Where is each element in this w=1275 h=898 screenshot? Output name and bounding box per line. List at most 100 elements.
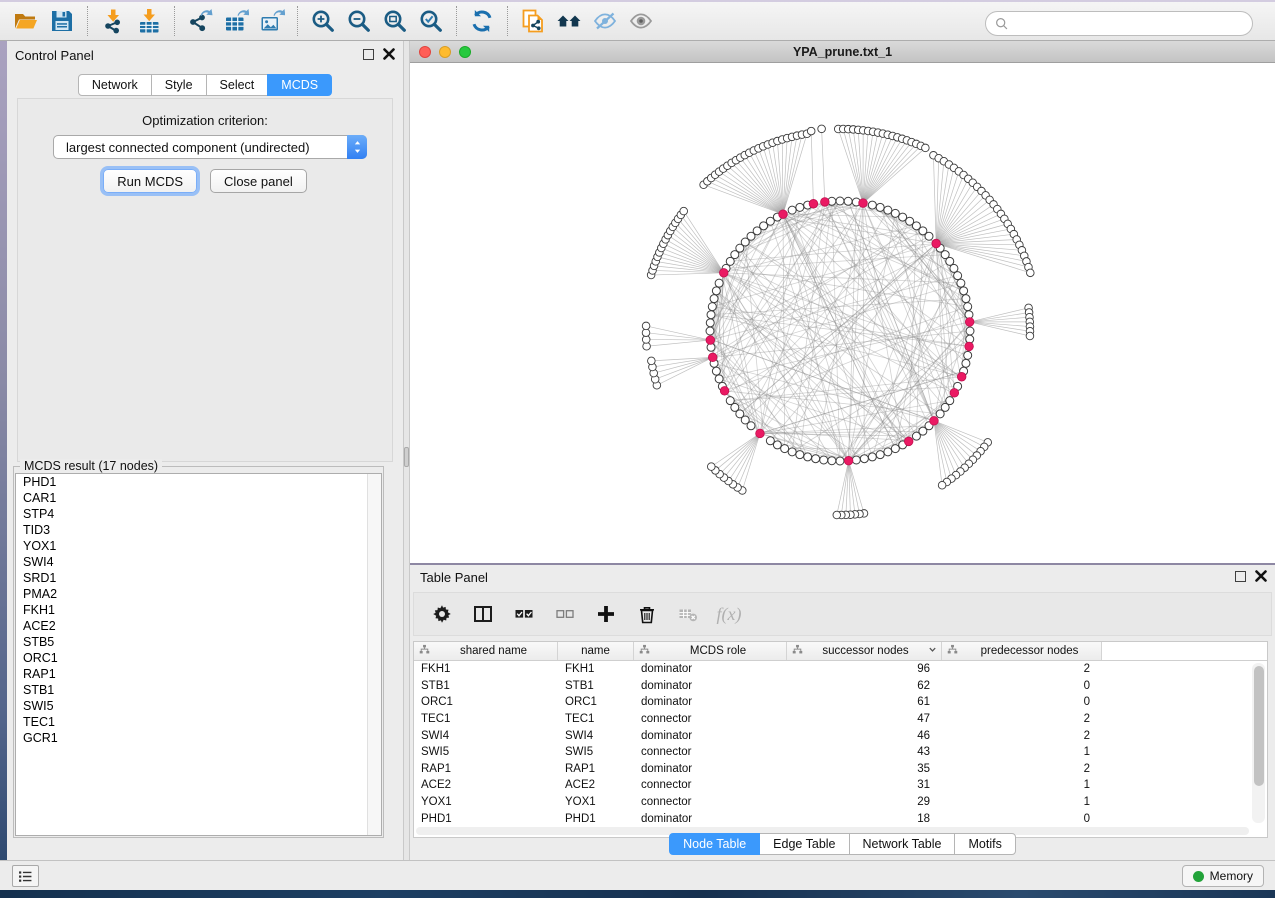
table-cell[interactable]: 62 (787, 680, 942, 692)
table-cell[interactable]: SWI4 (414, 730, 558, 742)
table-cell[interactable]: 2 (942, 663, 1102, 675)
tab-mcds[interactable]: MCDS (267, 74, 332, 96)
tab-style[interactable]: Style (151, 74, 207, 96)
table-cell[interactable]: connector (634, 746, 787, 758)
result-node-item[interactable]: YOX1 (16, 538, 381, 554)
table-cell[interactable]: 31 (787, 779, 942, 791)
save-session-button[interactable] (44, 5, 80, 37)
table-cell[interactable]: connector (634, 713, 787, 725)
delete-column-button[interactable] (635, 602, 659, 626)
table-cell[interactable]: 29 (787, 796, 942, 808)
table-cell[interactable]: 61 (787, 696, 942, 708)
column-header-shared-name[interactable]: shared name (414, 642, 558, 660)
table-cell[interactable]: 1 (942, 796, 1102, 808)
network-window-titlebar[interactable]: YPA_prune.txt_1 (410, 41, 1275, 63)
unselect-all-columns-button[interactable] (553, 602, 577, 626)
network-canvas[interactable] (410, 63, 1275, 563)
table-cell[interactable]: 0 (942, 696, 1102, 708)
table-cell[interactable]: PHD1 (414, 813, 558, 825)
table-cell[interactable]: 96 (787, 663, 942, 675)
select-all-columns-button[interactable] (512, 602, 536, 626)
table-cell[interactable]: 47 (787, 713, 942, 725)
table-cell[interactable]: dominator (634, 813, 787, 825)
result-node-item[interactable]: ORC1 (16, 650, 381, 666)
table-cell[interactable]: YOX1 (414, 796, 558, 808)
import-network-button[interactable] (95, 5, 131, 37)
duplicate-network-button[interactable] (515, 5, 551, 37)
result-node-item[interactable]: SWI5 (16, 698, 381, 714)
result-node-item[interactable]: TEC1 (16, 714, 381, 730)
table-float-panel-icon[interactable] (1235, 571, 1246, 582)
table-cell[interactable]: PHD1 (558, 813, 634, 825)
tab-node-table[interactable]: Node Table (669, 833, 760, 855)
table-cell[interactable]: dominator (634, 696, 787, 708)
table-cell[interactable]: STB1 (558, 680, 634, 692)
table-cell[interactable]: SWI4 (558, 730, 634, 742)
search-input[interactable] (1009, 17, 1252, 31)
table-cell[interactable]: dominator (634, 730, 787, 742)
float-panel-icon[interactable] (363, 49, 374, 60)
open-file-button[interactable] (8, 5, 44, 37)
result-node-item[interactable]: SWI4 (16, 554, 381, 570)
table-cell[interactable]: 0 (942, 813, 1102, 825)
result-node-item[interactable]: PMA2 (16, 586, 381, 602)
result-node-item[interactable]: TID3 (16, 522, 381, 538)
table-cell[interactable]: 46 (787, 730, 942, 742)
column-header-name[interactable]: name (558, 642, 634, 660)
result-node-item[interactable]: FKH1 (16, 602, 381, 618)
zoom-out-button[interactable] (341, 5, 377, 37)
result-node-item[interactable]: RAP1 (16, 666, 381, 682)
table-row[interactable]: ACE2ACE2connector311 (414, 777, 1267, 794)
table-cell[interactable]: SWI5 (558, 746, 634, 758)
table-row[interactable]: ORC1ORC1dominator610 (414, 694, 1267, 711)
table-cell[interactable]: SWI5 (414, 746, 558, 758)
tab-motifs[interactable]: Motifs (954, 833, 1015, 855)
table-row[interactable]: RAP1RAP1dominator352 (414, 761, 1267, 778)
table-cell[interactable]: TEC1 (414, 713, 558, 725)
result-node-item[interactable]: STP4 (16, 506, 381, 522)
export-table-button[interactable] (218, 5, 254, 37)
result-node-item[interactable]: STB5 (16, 634, 381, 650)
table-cell[interactable]: 18 (787, 813, 942, 825)
table-vertical-scrollbar[interactable] (1252, 663, 1265, 823)
result-node-item[interactable]: GCR1 (16, 730, 381, 746)
table-cell[interactable]: 2 (942, 730, 1102, 742)
run-mcds-button[interactable]: Run MCDS (103, 169, 197, 193)
tab-network-table[interactable]: Network Table (849, 833, 956, 855)
table-cell[interactable]: connector (634, 796, 787, 808)
result-node-item[interactable]: CAR1 (16, 490, 381, 506)
table-cell[interactable]: connector (634, 779, 787, 791)
vertical-splitter[interactable] (403, 41, 410, 860)
result-scrollbar[interactable] (367, 474, 381, 835)
table-row[interactable]: FKH1FKH1dominator962 (414, 661, 1267, 678)
close-panel-button[interactable]: Close panel (210, 169, 307, 193)
table-cell[interactable]: RAP1 (414, 763, 558, 775)
table-close-panel-icon[interactable] (1255, 570, 1267, 582)
table-cell[interactable]: 1 (942, 746, 1102, 758)
hide-selected-button[interactable] (587, 5, 623, 37)
table-cell[interactable]: ACE2 (558, 779, 634, 791)
table-row[interactable]: SWI5SWI5connector431 (414, 744, 1267, 761)
refresh-button[interactable] (464, 5, 500, 37)
tab-network[interactable]: Network (78, 74, 152, 96)
optimization-criterion-dropdown[interactable]: largest connected component (undirected) (53, 135, 367, 159)
close-panel-icon[interactable] (383, 48, 395, 60)
result-node-item[interactable]: ACE2 (16, 618, 381, 634)
table-cell[interactable]: ACE2 (414, 779, 558, 791)
table-cell[interactable]: 35 (787, 763, 942, 775)
table-cell[interactable]: 2 (942, 763, 1102, 775)
table-cell[interactable]: YOX1 (558, 796, 634, 808)
tab-edge-table[interactable]: Edge Table (759, 833, 849, 855)
scrollbar-thumb[interactable] (1254, 666, 1264, 786)
table-cell[interactable]: TEC1 (558, 713, 634, 725)
table-cell[interactable]: ORC1 (414, 696, 558, 708)
zoom-fit-button[interactable] (377, 5, 413, 37)
export-network-button[interactable] (182, 5, 218, 37)
settings-button[interactable] (430, 602, 454, 626)
table-cell[interactable]: STB1 (414, 680, 558, 692)
memory-button[interactable]: Memory (1182, 865, 1264, 887)
add-column-button[interactable] (594, 602, 618, 626)
table-cell[interactable]: RAP1 (558, 763, 634, 775)
table-row[interactable]: PHD1PHD1dominator180 (414, 810, 1267, 827)
zoom-selected-button[interactable] (413, 5, 449, 37)
